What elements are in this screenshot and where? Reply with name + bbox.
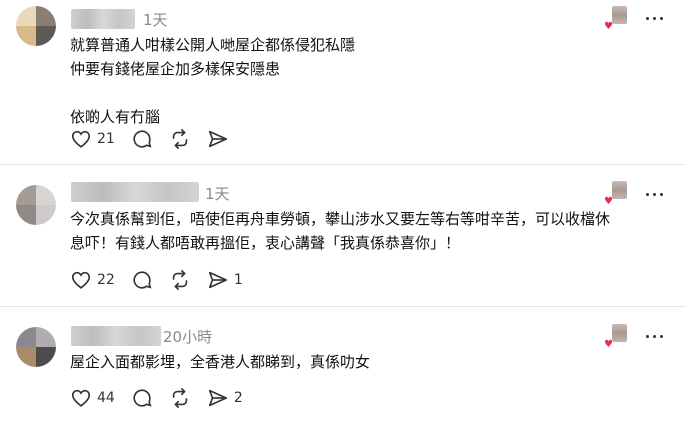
comment-icon <box>133 271 152 289</box>
comment-text: 今次真係幫到佢，唔使佢再舟車勞頓，攀山涉水又要左等右等咁辛苦，可以收檔休 息吓！… <box>70 210 611 252</box>
comment-icon <box>133 130 152 148</box>
avatar[interactable] <box>16 327 56 367</box>
username-blurred[interactable] <box>71 326 161 346</box>
like-button[interactable]: 44 <box>70 387 115 409</box>
username-blurred[interactable] <box>71 9 135 29</box>
repost-button[interactable] <box>169 128 191 150</box>
share-icon <box>208 130 227 148</box>
comment-2: 1天 ♥ 今次真係幫到佢，唔使佢再舟車勞頓，攀山涉水又要左等右等咁辛苦，可以收檔… <box>0 165 686 306</box>
action-bar: 22 1 <box>70 268 259 292</box>
like-count: 21 <box>97 131 115 147</box>
more-icon[interactable] <box>646 331 666 341</box>
reply-button[interactable] <box>131 387 153 409</box>
repost-icon <box>172 129 188 149</box>
like-button[interactable]: 22 <box>70 269 115 291</box>
share-button[interactable]: 2 <box>207 387 243 409</box>
share-icon <box>208 389 227 407</box>
repost-button[interactable] <box>169 387 191 409</box>
reply-button[interactable] <box>131 269 153 291</box>
comment-icon <box>133 389 152 407</box>
heart-icon <box>71 271 91 289</box>
like-count: 22 <box>97 272 115 288</box>
action-bar: 21 <box>70 127 245 151</box>
share-count: 1 <box>233 272 243 288</box>
like-count: 44 <box>97 390 115 406</box>
avatar[interactable] <box>16 185 56 225</box>
share-button[interactable]: 1 <box>207 269 243 291</box>
repost-icon <box>172 388 188 408</box>
heart-icon <box>71 389 91 407</box>
more-icon[interactable] <box>646 13 666 23</box>
reply-button[interactable] <box>131 128 153 150</box>
heart-icon <box>71 130 91 148</box>
liker-avatar <box>612 181 627 199</box>
avatar[interactable] <box>16 6 56 46</box>
share-count: 2 <box>233 390 243 406</box>
comment-3: 20小時 ♥ 屋企入面都影埋，全香港人都睇到，真係叻女 44 2 <box>0 307 686 421</box>
comment-1: 1天 ♥ 就算普通人咁樣公開人哋屋企都係侵犯私隱 仲要有錢佬屋企加多樣保安隱患 … <box>0 0 686 164</box>
repost-button[interactable] <box>169 269 191 291</box>
liked-heart-icon: ♥ <box>604 339 613 350</box>
timestamp: 1天 <box>205 185 230 203</box>
like-button[interactable]: 21 <box>70 128 115 150</box>
liked-heart-icon: ♥ <box>604 21 613 32</box>
liked-heart-icon: ♥ <box>604 196 613 207</box>
liker-avatar <box>612 324 627 342</box>
timestamp: 1天 <box>143 11 168 29</box>
share-button[interactable] <box>207 128 229 150</box>
share-icon <box>208 271 227 289</box>
liker-avatar <box>612 6 627 24</box>
repost-icon <box>172 270 188 290</box>
action-bar: 44 2 <box>70 386 259 410</box>
comment-text: 屋企入面都影埋，全香港人都睇到，真係叻女 <box>70 353 371 371</box>
username-blurred[interactable] <box>71 182 199 202</box>
timestamp: 20小時 <box>163 328 213 346</box>
more-icon[interactable] <box>646 189 666 199</box>
comment-text: 就算普通人咁樣公開人哋屋企都係侵犯私隱 仲要有錢佬屋企加多樣保安隱患 依啲人有冇… <box>70 36 356 126</box>
